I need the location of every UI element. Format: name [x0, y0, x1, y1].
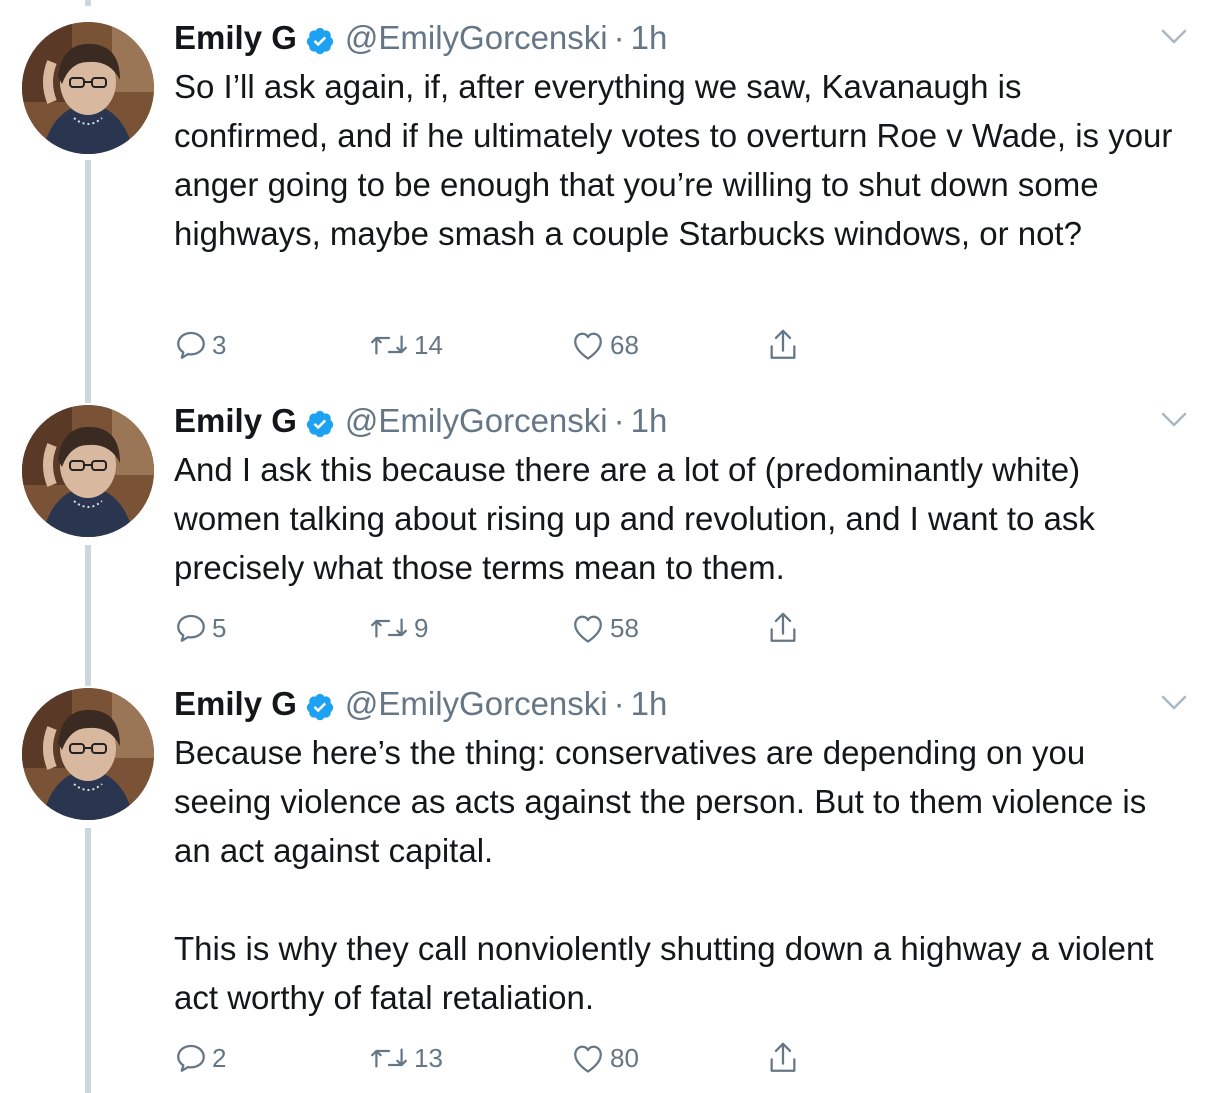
share-icon	[766, 326, 800, 364]
tweet-timestamp[interactable]: 1h	[631, 399, 668, 443]
retweet-button[interactable]: 14	[368, 325, 443, 365]
separator-dot: ·	[613, 19, 625, 56]
heart-icon	[570, 328, 606, 362]
retweet-icon	[368, 611, 410, 645]
like-count: 68	[610, 329, 639, 360]
reply-icon	[174, 328, 208, 362]
chevron-down-icon[interactable]	[1161, 411, 1187, 429]
author-handle[interactable]: @EmilyGorcenski	[345, 682, 608, 726]
share-icon	[766, 1039, 800, 1077]
author-handle[interactable]: @EmilyGorcenski	[345, 399, 608, 443]
retweet-icon	[368, 328, 410, 362]
reply-button[interactable]: 5	[174, 608, 226, 648]
separator-dot: ·	[613, 685, 625, 722]
reply-icon	[174, 611, 208, 645]
tweet[interactable]: Emily G @EmilyGorcenski · 1h And I ask t…	[0, 383, 1217, 666]
avatar[interactable]	[22, 22, 154, 154]
like-count: 58	[610, 612, 639, 643]
thread-line	[85, 828, 91, 1093]
tweet-header: Emily G @EmilyGorcenski · 1h	[174, 16, 1174, 60]
reply-count: 2	[212, 1042, 227, 1073]
like-button[interactable]: 58	[570, 608, 639, 648]
retweet-count: 14	[414, 329, 443, 360]
avatar[interactable]	[22, 405, 154, 537]
tweet[interactable]: Emily G @EmilyGorcenski · 1h So I’ll ask…	[0, 0, 1217, 383]
thread-line	[85, 160, 91, 383]
like-count: 80	[610, 1042, 639, 1073]
tweet-header: Emily G @EmilyGorcenski · 1h	[174, 682, 1174, 726]
author-name[interactable]: Emily G	[174, 399, 297, 443]
share-icon	[766, 609, 800, 647]
verified-badge-icon	[305, 689, 335, 721]
heart-icon	[570, 1041, 606, 1075]
share-button[interactable]	[766, 608, 800, 648]
tweet-header: Emily G @EmilyGorcenski · 1h	[174, 399, 1174, 443]
tweet-actions: 5 9 58	[174, 608, 874, 648]
tweet-actions: 2 13 80	[174, 1038, 874, 1078]
tweet-paragraph: So I’ll ask again, if, after everything …	[174, 68, 1173, 252]
reply-count: 3	[212, 329, 227, 360]
author-name[interactable]: Emily G	[174, 16, 297, 60]
author-name[interactable]: Emily G	[174, 682, 297, 726]
tweet-timestamp[interactable]: 1h	[631, 16, 668, 60]
reply-button[interactable]: 3	[174, 325, 226, 365]
like-button[interactable]: 80	[570, 1038, 639, 1078]
tweet[interactable]: Emily G @EmilyGorcenski · 1h Because her…	[0, 666, 1217, 1093]
retweet-icon	[368, 1041, 410, 1075]
share-button[interactable]	[766, 325, 800, 365]
retweet-count: 13	[414, 1042, 443, 1073]
reply-count: 5	[212, 612, 227, 643]
tweet-text: Because here’s the thing: conservatives …	[174, 728, 1174, 1022]
tweet-paragraph: Because here’s the thing: conservatives …	[174, 734, 1147, 869]
chevron-down-icon[interactable]	[1161, 694, 1187, 712]
share-button[interactable]	[766, 1038, 800, 1078]
retweet-button[interactable]: 9	[368, 608, 428, 648]
author-handle[interactable]: @EmilyGorcenski	[345, 16, 608, 60]
tweet-text: So I’ll ask again, if, after everything …	[174, 62, 1174, 258]
like-button[interactable]: 68	[570, 325, 639, 365]
verified-badge-icon	[305, 406, 335, 438]
verified-badge-icon	[305, 23, 335, 55]
separator-dot: ·	[613, 402, 625, 439]
reply-button[interactable]: 2	[174, 1038, 226, 1078]
retweet-button[interactable]: 13	[368, 1038, 443, 1078]
tweet-timestamp[interactable]: 1h	[631, 682, 668, 726]
heart-icon	[570, 611, 606, 645]
retweet-count: 9	[414, 612, 429, 643]
avatar[interactable]	[22, 688, 154, 820]
thread-line	[85, 383, 91, 403]
tweet-actions: 3 14 68	[174, 325, 874, 365]
thread-line	[85, 0, 91, 6]
thread-line	[85, 545, 91, 666]
thread-line	[85, 666, 91, 686]
tweet-paragraph: This is why they call nonviolently shutt…	[174, 930, 1154, 1016]
chevron-down-icon[interactable]	[1161, 28, 1187, 46]
tweet-paragraph: And I ask this because there are a lot o…	[174, 451, 1095, 586]
tweet-text: And I ask this because there are a lot o…	[174, 445, 1174, 592]
reply-icon	[174, 1041, 208, 1075]
